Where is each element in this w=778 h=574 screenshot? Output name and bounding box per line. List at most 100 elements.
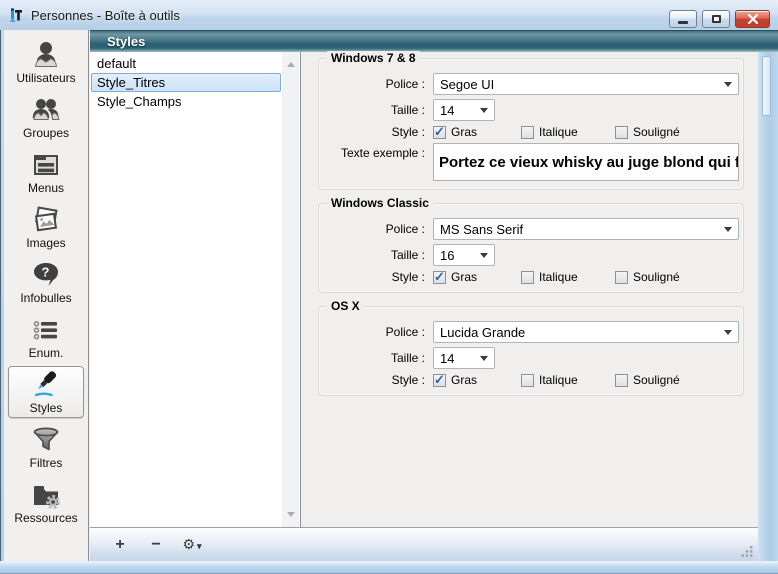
sidebar-item-utilisateurs[interactable]: Utilisateurs: [8, 36, 84, 88]
style-label: Style :: [329, 125, 425, 139]
scrollbar-down-button[interactable]: [282, 508, 299, 525]
sidebar-item-label: Utilisateurs: [16, 71, 75, 85]
main-scrollbar-thumb[interactable]: [762, 56, 771, 116]
sidebar-item-label: Styles: [30, 401, 63, 415]
filter-funnel-icon: [30, 424, 62, 456]
resize-grip[interactable]: [741, 545, 754, 558]
police-value: Lucida Grande: [440, 325, 525, 340]
sidebar-item-infobulles[interactable]: ? Infobulles: [8, 256, 84, 308]
resources-folder-gear-icon: [30, 479, 62, 511]
taille-select[interactable]: 16: [433, 244, 495, 266]
app-icon: [9, 7, 25, 23]
main-scrollbar[interactable]: [758, 30, 778, 561]
police-select[interactable]: Segoe UI: [433, 73, 739, 95]
chevron-down-icon: [480, 108, 488, 117]
sidebar-item-label: Ressources: [14, 511, 77, 525]
checkbox-gras[interactable]: Gras: [433, 373, 521, 387]
sample-label: Texte exemple :: [329, 143, 425, 160]
checkbox-icon: [433, 126, 446, 139]
maximize-button[interactable]: [702, 10, 730, 28]
list-icon: [30, 314, 62, 346]
police-label: Police :: [329, 77, 425, 91]
style-editor: Windows 7 & 8 Police : Segoe UI Taille :…: [302, 52, 758, 527]
sample-text: Portez ce vieux whisky au juge blond qui…: [439, 154, 739, 171]
sidebar: Utilisateurs Groupes: [4, 30, 89, 561]
list-item-default[interactable]: default: [91, 54, 281, 73]
taille-label: Taille :: [329, 248, 425, 262]
remove-style-button[interactable]: −: [144, 537, 168, 553]
group-windows7-8: Windows 7 & 8 Police : Segoe UI Taille :…: [318, 58, 744, 190]
add-style-button[interactable]: +: [108, 537, 132, 553]
checkbox-icon: [615, 271, 628, 284]
sidebar-item-menus[interactable]: Menus: [8, 146, 84, 198]
sidebar-item-enum[interactable]: Enum.: [8, 311, 84, 363]
tooltip-bubble-icon: ?: [30, 259, 62, 291]
sidebar-item-label: Groupes: [23, 126, 69, 140]
sidebar-item-label: Filtres: [30, 456, 63, 470]
checkbox-italique[interactable]: Italique: [521, 125, 615, 139]
list-item-style-titres[interactable]: Style_Titres: [91, 73, 281, 92]
actions-menu-button[interactable]: ⚙▾: [180, 537, 204, 553]
sidebar-item-label: Enum.: [29, 346, 64, 360]
group-title: Windows Classic: [327, 196, 433, 210]
header-edge-cap: [758, 30, 778, 52]
police-select[interactable]: Lucida Grande: [433, 321, 739, 343]
window-bottom-border: [0, 561, 778, 574]
users-icon: [30, 94, 62, 126]
minimize-icon: [678, 21, 688, 24]
chevron-down-icon: [724, 227, 732, 236]
sidebar-item-groupes[interactable]: Groupes: [8, 91, 84, 143]
sidebar-item-filtres[interactable]: Filtres: [8, 421, 84, 473]
police-label: Police :: [329, 222, 425, 236]
chevron-down-icon: [724, 82, 732, 91]
checkbox-italique[interactable]: Italique: [521, 373, 615, 387]
sidebar-item-styles[interactable]: Styles: [8, 366, 84, 418]
group-title: OS X: [327, 299, 364, 313]
maximize-icon: [712, 15, 721, 23]
list-item-style-champs[interactable]: Style_Champs: [91, 92, 281, 111]
sidebar-item-ressources[interactable]: Ressources: [8, 476, 84, 528]
images-icon: [30, 204, 62, 236]
sidebar-item-label: Images: [26, 236, 65, 250]
checkbox-souligne[interactable]: Souligné: [615, 373, 680, 387]
close-button[interactable]: [735, 10, 770, 28]
taille-value: 14: [440, 103, 454, 118]
checkbox-icon: [521, 271, 534, 284]
checkbox-icon: [433, 374, 446, 387]
checkbox-gras[interactable]: Gras: [433, 270, 521, 284]
police-select[interactable]: MS Sans Serif: [433, 218, 739, 240]
menu-panel-icon: [30, 149, 62, 181]
checkbox-souligne[interactable]: Souligné: [615, 270, 680, 284]
scrollbar-down-arrow-icon: [287, 512, 295, 521]
checkbox-icon: [521, 374, 534, 387]
taille-select[interactable]: 14: [433, 347, 495, 369]
list-scrollbar[interactable]: [282, 52, 299, 527]
panel-header: Styles: [90, 30, 758, 52]
police-value: MS Sans Serif: [440, 222, 523, 237]
svg-text:?: ?: [42, 265, 50, 280]
minimize-button[interactable]: [669, 10, 697, 28]
gear-icon: ⚙: [182, 536, 195, 552]
close-icon: [747, 14, 759, 24]
checkbox-icon: [615, 374, 628, 387]
window-title: Personnes - Boîte à outils: [31, 8, 180, 23]
sidebar-item-label: Infobulles: [20, 291, 71, 305]
titlebar[interactable]: Personnes - Boîte à outils: [0, 0, 778, 30]
group-windows-classic: Windows Classic Police : MS Sans Serif T…: [318, 203, 744, 293]
checkbox-souligne[interactable]: Souligné: [615, 125, 680, 139]
taille-value: 16: [440, 248, 454, 263]
sidebar-item-images[interactable]: Images: [8, 201, 84, 253]
caret-down-icon: ▾: [197, 541, 202, 551]
scrollbar-up-button[interactable]: [282, 54, 299, 71]
sidebar-item-label: Menus: [28, 181, 64, 195]
chevron-down-icon: [724, 330, 732, 339]
taille-select[interactable]: 14: [433, 99, 495, 121]
chevron-down-icon: [480, 253, 488, 262]
group-osx: OS X Police : Lucida Grande Taille : 14: [318, 306, 744, 396]
checkbox-gras[interactable]: Gras: [433, 125, 521, 139]
scrollbar-up-arrow-icon: [287, 58, 295, 67]
checkbox-italique[interactable]: Italique: [521, 270, 615, 284]
checkbox-icon: [521, 126, 534, 139]
panel-header-title: Styles: [107, 34, 145, 49]
taille-label: Taille :: [329, 103, 425, 117]
